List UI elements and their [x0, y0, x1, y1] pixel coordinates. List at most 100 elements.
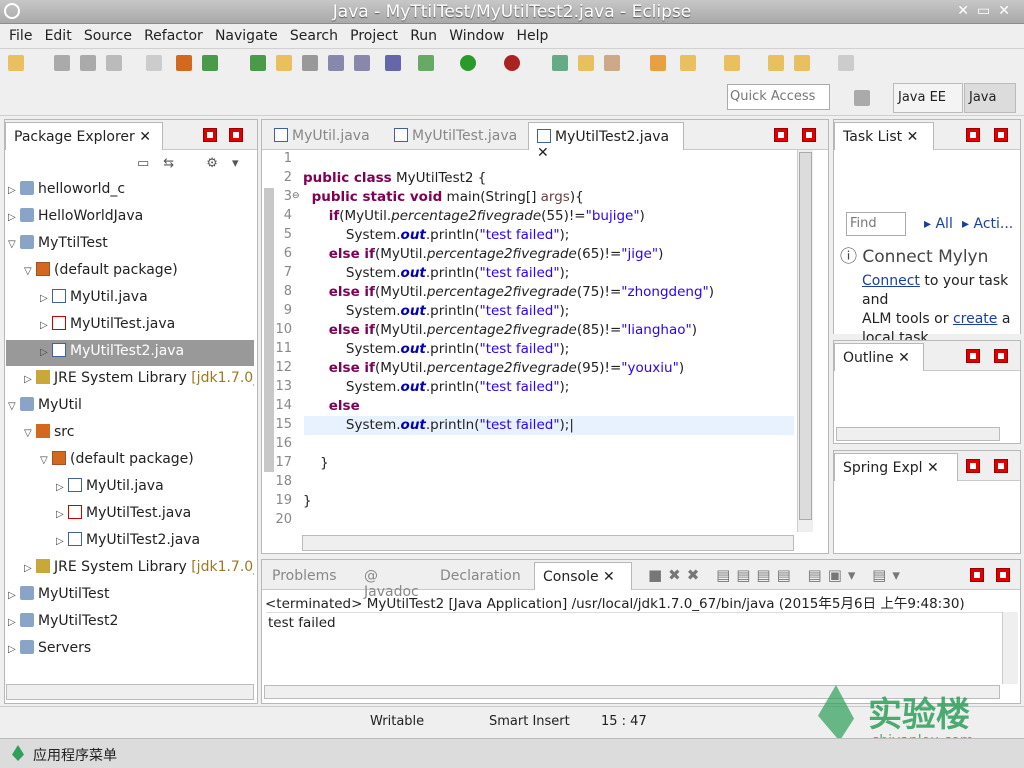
last-edit-icon[interactable] [768, 55, 784, 71]
highlight-icon[interactable] [276, 55, 292, 71]
code-line[interactable]: System.out.println("test failed"); [303, 303, 569, 319]
maximize-icon[interactable] [802, 128, 816, 142]
explorer-toolbar[interactable]: ▭⇆ ⚙▾ [137, 156, 253, 171]
code-line[interactable]: System.out.println("test failed"); [303, 227, 569, 243]
app-menu-label[interactable]: 应用程序菜单 [33, 745, 117, 765]
menu-navigate[interactable]: Navigate [206, 25, 278, 44]
create-link[interactable]: create [953, 311, 997, 327]
connect-link[interactable]: Connect [862, 273, 920, 289]
editor-vscrollbar[interactable] [797, 150, 813, 532]
run-config-icon[interactable] [504, 55, 520, 71]
fold-collapse-icon[interactable]: ⊖ [292, 191, 300, 201]
code-line[interactable]: public class MyUtilTest2 { [303, 170, 486, 186]
maximize-icon[interactable] [994, 459, 1008, 473]
open-perspective-icon[interactable] [854, 90, 870, 106]
code-line[interactable]: else if(MyUtil.percentage2fivegrade(65)!… [303, 246, 664, 262]
menu-window[interactable]: Window [440, 25, 504, 44]
tab-task-list[interactable]: Task List ✕ [834, 122, 934, 150]
minimize-icon[interactable] [966, 349, 980, 363]
menu-search[interactable]: Search [281, 25, 338, 44]
pencil-icon[interactable] [604, 55, 620, 71]
refresh-icon[interactable] [202, 55, 218, 71]
menu-project[interactable]: Project [341, 25, 398, 44]
save-icon[interactable] [54, 55, 70, 71]
maximize-icon[interactable] [996, 568, 1010, 582]
outline-hscrollbar[interactable] [836, 427, 1000, 441]
tab-myutiltest2[interactable]: MyUtilTest2.java ✕ [528, 122, 684, 161]
tab-console[interactable]: Console ✕ [534, 562, 632, 590]
code-line[interactable]: else if(MyUtil.percentage2fivegrade(95)!… [303, 360, 684, 376]
tree-item[interactable]: ▷ MyUtilTest.java [40, 316, 175, 338]
console-toolbar[interactable]: ■✖✖ ▤▤▤▤ ▤▣▾ ▤▾ [648, 566, 906, 584]
code-line[interactable]: else if(MyUtil.percentage2fivegrade(85)!… [303, 322, 697, 338]
minimize-icon[interactable] [203, 128, 217, 142]
menu-help[interactable]: Help [508, 25, 549, 44]
console-vscrollbar[interactable] [1002, 612, 1018, 684]
tree-item[interactable]: ▽ MyTtilTest [8, 235, 108, 257]
menu-file[interactable]: File [0, 25, 32, 44]
tree-item[interactable]: ▽ (default package) [24, 262, 178, 284]
tab-myutiltest[interactable]: MyUtilTest.java [386, 122, 526, 150]
task-filter-active[interactable]: ▸ Acti... [962, 216, 1013, 232]
minimize-icon[interactable] [966, 128, 980, 142]
tab-myutil[interactable]: MyUtil.java [266, 122, 384, 150]
tab-outline[interactable]: Outline ✕ [834, 343, 924, 371]
task-filter-all[interactable]: ▸ All [924, 216, 953, 232]
app-menu-icon[interactable] [12, 745, 24, 761]
menu-edit[interactable]: Edit [36, 25, 72, 44]
tree-item[interactable]: ▷ MyUtil.java [40, 289, 148, 311]
tree-item[interactable]: ▷JRE System Library [jdk1.7.0_67] [24, 559, 254, 581]
menu-source[interactable]: Source [75, 25, 132, 44]
debug-icon[interactable] [418, 55, 434, 71]
save-all-icon[interactable] [80, 55, 96, 71]
code-line[interactable]: } [303, 493, 312, 509]
code-line[interactable]: else [303, 398, 360, 414]
maximize-icon[interactable] [994, 349, 1008, 363]
minimize-icon[interactable] [966, 459, 980, 473]
prev-annotation-icon[interactable] [724, 55, 740, 71]
search-folder-icon[interactable] [650, 55, 666, 71]
code-line[interactable]: System.out.println("test failed");| [303, 417, 574, 433]
run-icon[interactable] [460, 55, 476, 71]
tab-spring-explorer[interactable]: Spring Expl ✕ [834, 453, 958, 481]
code-line[interactable]: System.out.println("test failed"); [303, 341, 569, 357]
minimize-icon[interactable] [774, 128, 788, 142]
print-icon[interactable] [106, 55, 122, 71]
back-arrow-icon[interactable] [794, 55, 810, 71]
paragraph-icon[interactable] [354, 55, 370, 71]
binary-icon[interactable] [146, 55, 162, 71]
tree-item[interactable]: ▽ src [24, 424, 74, 446]
task-find-input[interactable]: Find [846, 212, 906, 236]
maximize-icon[interactable] [994, 128, 1008, 142]
code-line[interactable]: if(MyUtil.percentage2fivegrade(55)!="buj… [303, 208, 645, 224]
code-line[interactable]: } [303, 455, 329, 471]
perspective-java-ee[interactable]: Java EE [893, 83, 963, 113]
window-controls[interactable]: ✕▭✕ [957, 3, 1018, 19]
tab-problems[interactable]: Problems [264, 562, 354, 590]
minimize-icon[interactable] [970, 568, 984, 582]
quick-access-input[interactable]: Quick Access [727, 84, 830, 110]
code-line[interactable]: public static void main(String[] args){ [303, 189, 584, 205]
tree-item[interactable]: ▷ MyUtilTest2.java [56, 532, 200, 554]
maximize-icon[interactable] [229, 128, 243, 142]
new-icon[interactable] [8, 55, 24, 71]
editor-hscrollbar[interactable] [302, 535, 794, 551]
tab-javadoc[interactable]: @ Javadoc [356, 562, 430, 600]
tree-item-selected[interactable]: ▷ MyUtilTest2.java [6, 340, 254, 366]
open-type-icon[interactable] [250, 55, 266, 71]
next-annotation-icon[interactable] [680, 55, 696, 71]
open-task-icon[interactable] [552, 55, 568, 71]
tab-declaration[interactable]: Declaration [432, 562, 532, 590]
code-line[interactable]: System.out.println("test failed"); [303, 379, 569, 395]
forward-arrow-icon[interactable] [838, 55, 854, 71]
open-folder-icon[interactable] [578, 55, 594, 71]
perspective-java[interactable]: Java [964, 83, 1016, 113]
pin-icon[interactable] [385, 55, 401, 71]
menu-run[interactable]: Run [401, 25, 437, 44]
tab-package-explorer[interactable]: Package Explorer ✕ [5, 122, 163, 150]
mark-icon[interactable] [302, 55, 318, 71]
package-icon[interactable] [176, 55, 192, 71]
tree-item[interactable]: ▷ HelloWorldJava [8, 208, 143, 230]
menu-refactor[interactable]: Refactor [135, 25, 203, 44]
tree-item[interactable]: ▷ MyUtilTest.java [56, 505, 191, 527]
